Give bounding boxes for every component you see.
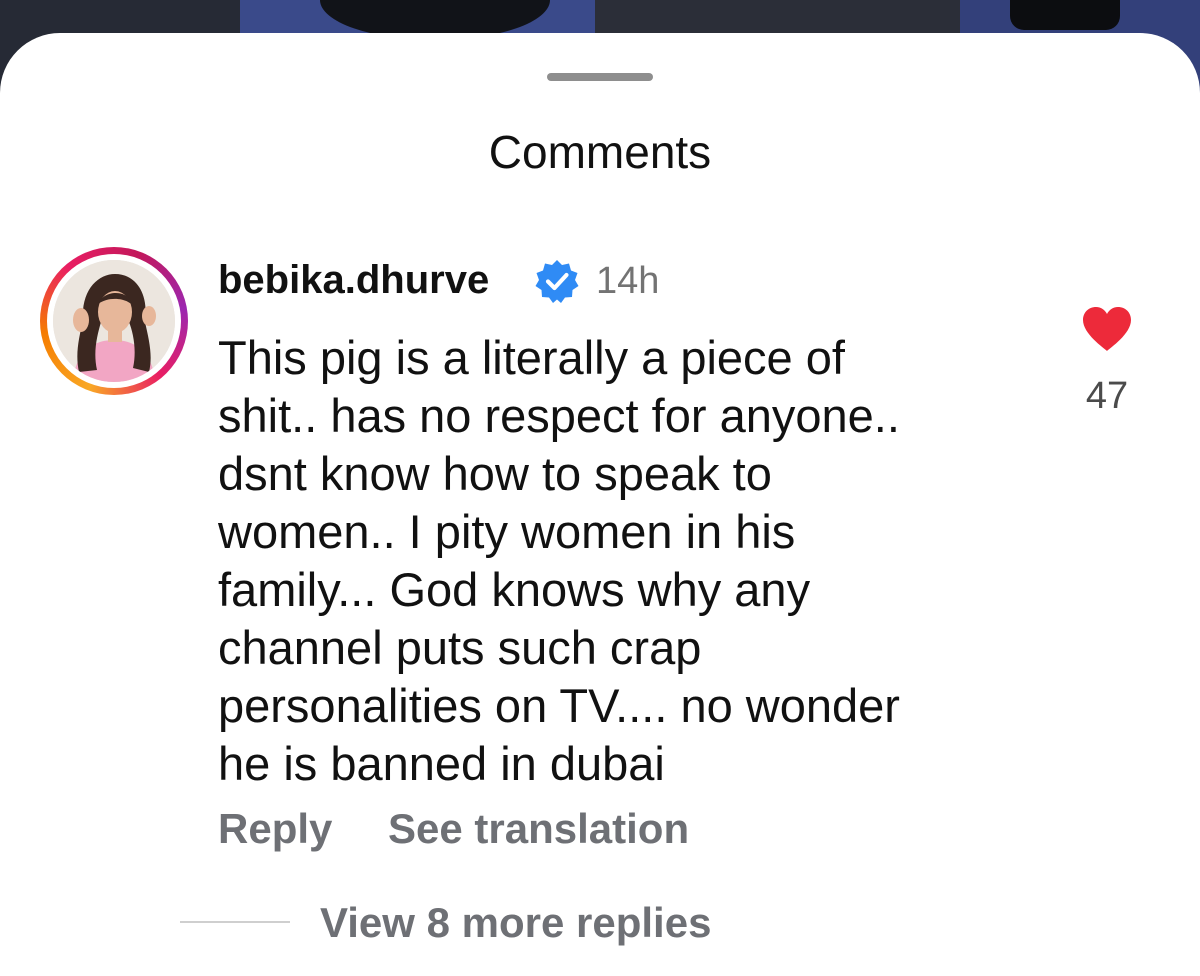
comment-text-line: This pig is a literally a piece of xyxy=(218,331,845,384)
comment-text-line: dsnt know how to speak to xyxy=(218,447,772,500)
comments-sheet: Comments bebika.dhurve 14h This pig is a… xyxy=(0,33,1200,976)
like-count: 47 xyxy=(1085,375,1129,417)
sheet-title: Comments xyxy=(488,126,712,178)
comment-text-line: family... God knows why any xyxy=(218,563,811,616)
view-more-replies-button[interactable]: View 8 more replies xyxy=(320,899,711,947)
comment-text-line: channel puts such crap xyxy=(218,621,702,674)
comment-text-line: women.. I pity women in his xyxy=(218,505,796,558)
heart-filled-icon[interactable] xyxy=(1080,305,1134,353)
comment-timestamp: 14h xyxy=(596,260,660,302)
reply-button[interactable]: Reply xyxy=(218,805,332,853)
comment-text-line: he is banned in dubai xyxy=(218,737,665,790)
replies-divider xyxy=(180,921,290,923)
verified-badge-icon xyxy=(535,260,579,303)
comment-text: This pig is a literally a piece of shit.… xyxy=(218,329,1038,793)
comment-text-line: shit.. has no respect for anyone.. xyxy=(218,389,900,442)
avatar-photo xyxy=(53,260,175,382)
see-translation-button[interactable]: See translation xyxy=(388,805,689,853)
drag-handle[interactable] xyxy=(547,73,653,81)
comment-username[interactable]: bebika.dhurve xyxy=(218,258,489,303)
background-figure xyxy=(1010,0,1120,30)
avatar[interactable] xyxy=(40,247,188,395)
comment-text-line: personalities on TV.... no wonder xyxy=(218,679,900,732)
